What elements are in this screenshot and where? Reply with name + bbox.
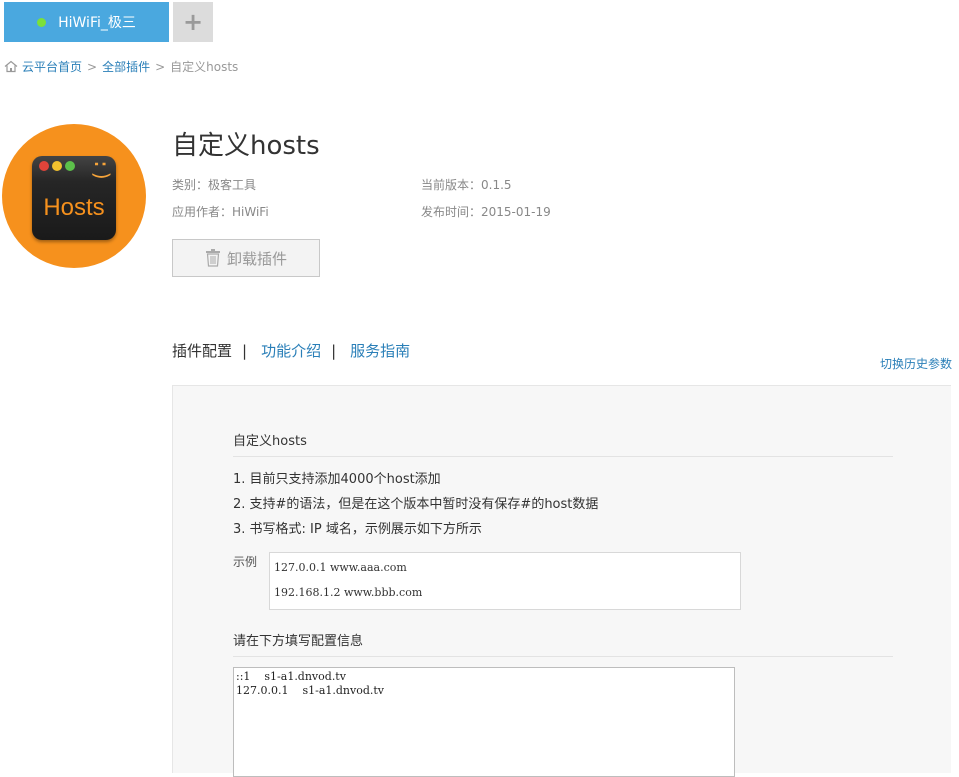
breadcrumb: 云平台首页 > 全部插件 > 自定义hosts [4, 58, 238, 75]
hosts-config-textarea[interactable]: ::1 s1-a1.dnvod.tv 127.0.0.1 s1-a1.dnvod… [233, 667, 735, 777]
plugin-release-date: 发布时间：2015-01-19 [421, 205, 551, 219]
plugin-tabs: 插件配置 | 功能介绍 | 服务指南 [172, 340, 410, 361]
device-tab-hiwifi[interactable]: HiWiFi_极三 [4, 2, 169, 42]
plugin-version: 当前版本：0.1.5 [421, 178, 512, 192]
window-yellow-dot-icon [52, 161, 62, 171]
home-icon[interactable] [4, 60, 18, 73]
window-red-dot-icon [39, 161, 49, 171]
breadcrumb-home-link[interactable]: 云平台首页 [22, 58, 82, 75]
tab-separator: | [242, 341, 248, 360]
config-section-title: 自定义hosts [233, 434, 307, 449]
tip-item: 1. 目前只支持添加4000个host添加 [233, 472, 441, 487]
config-tips: 1. 目前只支持添加4000个host添加 2. 支持#的语法，但是在这个版本中… [233, 467, 598, 542]
uninstall-label: 卸载插件 [226, 249, 287, 268]
uninstall-plugin-button[interactable]: 卸载插件 [172, 239, 320, 277]
plugin-title: 自定义hosts [172, 131, 320, 161]
breadcrumb-all-plugins-link[interactable]: 全部插件 [102, 58, 150, 75]
example-line: 192.168.1.2 www.bbb.com [274, 586, 423, 599]
breadcrumb-separator: > [87, 59, 98, 74]
tab-feature-intro[interactable]: 功能介绍 [261, 340, 321, 361]
hosts-app-icon: :) Hosts [32, 156, 116, 240]
tip-item: 2. 支持#的语法，但是在这个版本中暂时没有保存#的host数据 [233, 497, 599, 512]
logo-text: Hosts [43, 194, 105, 221]
breadcrumb-current: 自定义hosts [170, 60, 239, 74]
trash-icon [205, 249, 220, 267]
device-tab-label: HiWiFi_极三 [58, 15, 136, 31]
example-line: 127.0.0.1 www.aaa.com [274, 561, 407, 574]
tip-item: 3. 书写格式: IP 域名，示例展示如下方所示 [233, 522, 482, 537]
tab-plugin-config[interactable]: 插件配置 [172, 340, 232, 361]
tab-separator: | [331, 341, 337, 360]
config-input-title: 请在下方填写配置信息 [233, 634, 364, 649]
tab-service-guide[interactable]: 服务指南 [350, 340, 410, 361]
window-green-dot-icon [65, 161, 75, 171]
example-label: 示例 [233, 555, 258, 569]
divider [233, 656, 893, 657]
plugin-category: 类别：极客工具 [172, 178, 257, 192]
breadcrumb-separator: > [155, 59, 166, 74]
smiley-icon: :) [90, 157, 115, 183]
divider [233, 456, 893, 457]
plus-icon: + [182, 8, 204, 36]
plugin-author: 应用作者：HiWiFi [172, 205, 269, 219]
example-box: 127.0.0.1 www.aaa.com 192.168.1.2 www.bb… [269, 552, 741, 610]
online-status-dot [37, 17, 47, 27]
add-device-button[interactable]: + [173, 2, 213, 42]
switch-history-params-link[interactable]: 切换历史参数 [880, 355, 952, 372]
